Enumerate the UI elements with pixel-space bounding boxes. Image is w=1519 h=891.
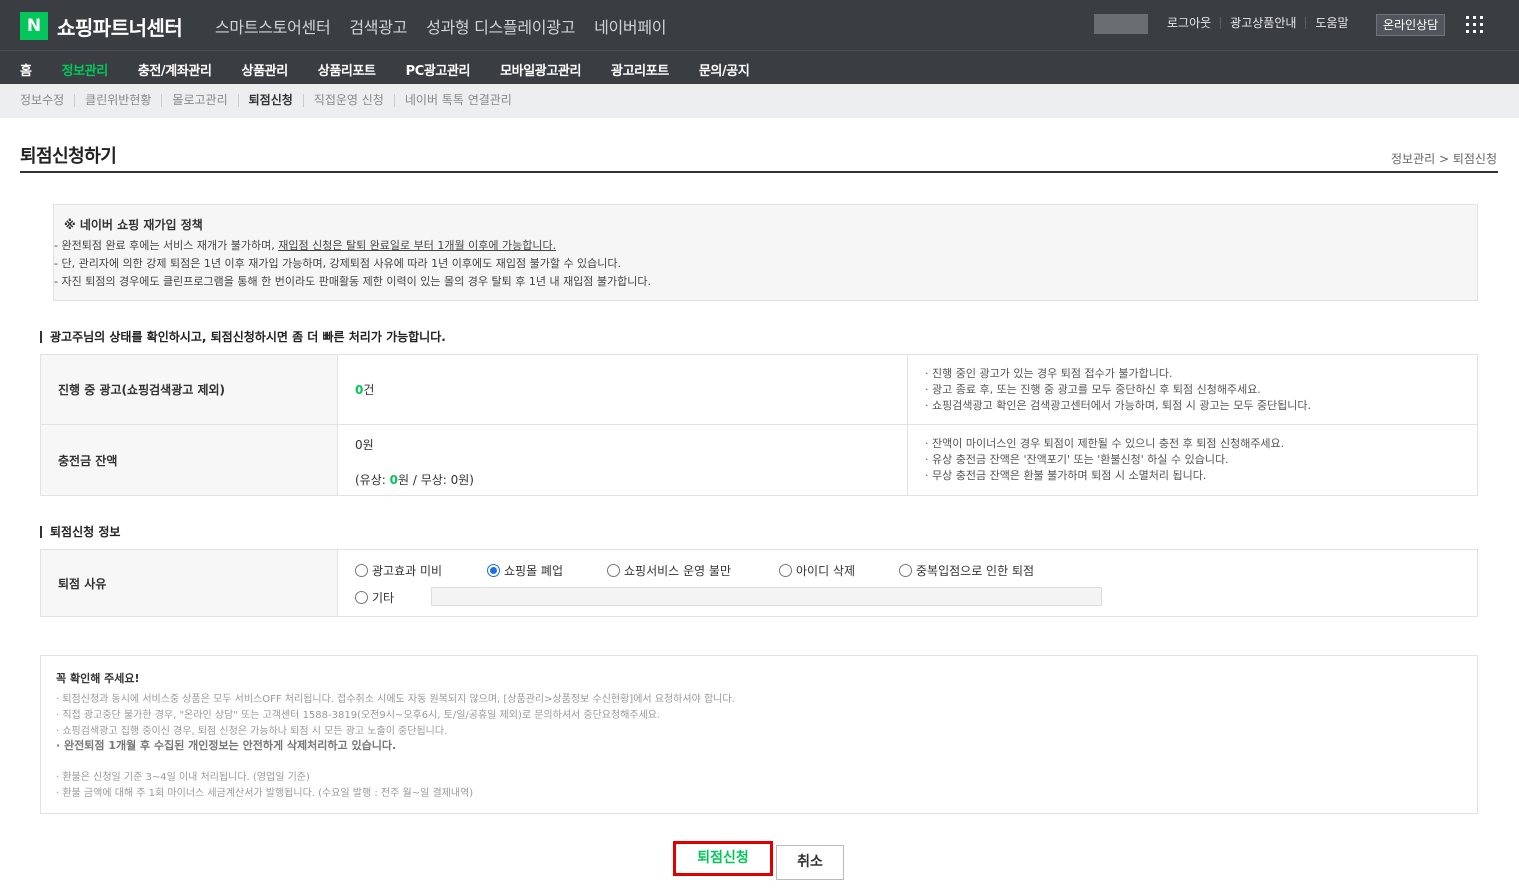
notice-box: 꼭 확인해 주세요! · 퇴점신청과 동시에 서비스중 상품은 모두 서비스OF… xyxy=(40,655,1478,814)
balance-note: · 무상 충전금 잔액은 환불 불가하며 퇴점 시 소멸처리 됩니다. xyxy=(925,469,1207,482)
sub-nav-direct-operation[interactable]: 직접운영 신청 xyxy=(302,94,394,107)
main-nav-home[interactable]: 홈 xyxy=(20,60,32,79)
reason-option-label: 기타 xyxy=(372,591,395,605)
policy-line-1: - 완전퇴점 완료 후에는 서비스 재개가 불가하며, 재입점 신청은 탈퇴 완… xyxy=(54,237,556,253)
withdraw-table: 퇴점 사유 xyxy=(40,549,1478,617)
main-nav: 홈 정보관리 충전/계좌관리 상품관리 상품리포트 PC광고관리 모바일광고관리… xyxy=(0,50,1519,84)
reason-option-label: 중복입점으로 인한 퇴점 xyxy=(916,564,1035,578)
ongoing-ad-note: · 진행 중인 광고가 있는 경우 퇴점 접수가 불가합니다. xyxy=(925,366,1173,380)
main-nav-product-management[interactable]: 상품관리 xyxy=(242,60,289,79)
user-id-masked xyxy=(1094,14,1148,34)
main-nav-product-report[interactable]: 상품리포트 xyxy=(318,60,376,79)
radio-circle-icon[interactable] xyxy=(899,564,912,577)
notice-title: 꼭 확인해 주세요! xyxy=(56,672,140,685)
balance-notes: · 잔액이 마이너스인 경우 퇴점이 제한될 수 있으니 충전 후 퇴점 신청해… xyxy=(907,424,1478,496)
online-counsel-button[interactable]: 온라인상담 xyxy=(1376,14,1446,36)
main-nav-charge-account[interactable]: 충전/계좌관리 xyxy=(138,60,212,79)
reason-radio-ad-effect[interactable]: 광고효과 미비 xyxy=(355,562,442,579)
status-table: 진행 중 광고(쇼핑검색광고 제외) 0건 · 진행 중인 광고가 있는 경우 … xyxy=(40,354,1478,496)
notice-line: · 퇴점신청과 동시에 서비스중 상품은 모두 서비스OFF 처리됩니다. 접수… xyxy=(56,694,735,705)
ongoing-ad-notes: · 진행 중인 광고가 있는 경우 퇴점 접수가 불가합니다. · 광고 종료 … xyxy=(907,354,1478,425)
help-link[interactable]: 도움말 xyxy=(1305,17,1357,29)
withdraw-submit-button[interactable]: 퇴점신청 xyxy=(673,841,773,876)
ad-product-guide-link[interactable]: 광고상품안내 xyxy=(1220,17,1305,29)
reason-radio-duplicate-entry[interactable]: 중복입점으로 인한 퇴점 xyxy=(899,562,1034,579)
sub-nav-withdraw[interactable]: 퇴점신청 xyxy=(237,94,303,107)
sub-nav-edit-info[interactable]: 정보수정 xyxy=(20,94,74,107)
main-nav-mobile-ad[interactable]: 모바일광고관리 xyxy=(500,60,581,79)
reason-radio-mall-closure[interactable]: 쇼핑몰 폐업 xyxy=(487,562,563,579)
sub-nav-mall-logo[interactable]: 몰로고관리 xyxy=(161,94,237,107)
reason-option-label: 쇼핑몰 폐업 xyxy=(504,564,564,578)
reentry-policy-box: ※ 네이버 쇼핑 재가입 정책 - 완전퇴점 완료 후에는 서비스 재개가 불가… xyxy=(53,204,1478,301)
utility-links: 로그아웃 광고상품안내 도움말 xyxy=(1158,17,1358,29)
top-nav: 스마트스토어센터 검색광고 성과형 디스플레이광고 네이버페이 xyxy=(215,14,666,38)
radio-circle-icon[interactable] xyxy=(355,591,368,604)
balance-note: · 잔액이 마이너스인 경우 퇴점이 제한될 수 있으니 충전 후 퇴점 신청해… xyxy=(925,437,1285,450)
reason-radio-delete-id[interactable]: 아이디 삭제 xyxy=(779,562,855,579)
reason-radio-other[interactable]: 기타 xyxy=(355,589,394,606)
title-divider xyxy=(20,171,1498,173)
radio-checked-icon[interactable] xyxy=(487,564,500,577)
cancel-button[interactable]: 취소 xyxy=(776,845,844,880)
top-nav-smartstore[interactable]: 스마트스토어센터 xyxy=(215,14,331,38)
balance-paid-prefix: (유상: xyxy=(355,473,390,487)
top-nav-display-ad[interactable]: 성과형 디스플레이광고 xyxy=(426,14,575,38)
sub-nav: 정보수정 클린위반현황 몰로고관리 퇴점신청 직접운영 신청 네이버 톡톡 연결… xyxy=(0,84,1519,118)
reason-option-label: 아이디 삭제 xyxy=(796,564,856,578)
ongoing-ad-row: 진행 중 광고(쇼핑검색광고 제외) 0건 · 진행 중인 광고가 있는 경우 … xyxy=(40,354,1478,425)
top-nav-search-ad[interactable]: 검색광고 xyxy=(349,14,407,38)
ongoing-ad-note: · 광고 종료 후, 또는 진행 중 광고를 모두 중단하신 후 퇴점 신청해주… xyxy=(925,382,1261,396)
ongoing-ad-unit: 건 xyxy=(363,383,375,397)
main-nav-info-management[interactable]: 정보관리 xyxy=(62,60,109,79)
balance-row: 충전금 잔액 0원 (유상: 0원 / 무상: 0원) · 잔액이 마이너스인 … xyxy=(40,424,1478,496)
logout-link[interactable]: 로그아웃 xyxy=(1158,17,1220,29)
reason-radio-service-dissatisfaction[interactable]: 쇼핑서비스 운영 불만 xyxy=(607,562,731,579)
sub-nav-clean-violation[interactable]: 클린위반현황 xyxy=(74,94,161,107)
reason-option-label: 쇼핑서비스 운영 불만 xyxy=(624,564,731,578)
reason-option-label: 광고효과 미비 xyxy=(372,564,443,578)
policy-title: ※ 네이버 쇼핑 재가입 정책 xyxy=(64,218,203,232)
notice-line: · 완전퇴점 1개월 후 수집된 개인정보는 안전하게 삭제처리하고 있습니다. xyxy=(56,739,397,752)
ongoing-ad-value: 0건 xyxy=(337,354,908,425)
breadcrumb: 정보관리 > 퇴점신청 xyxy=(1390,152,1497,166)
main-nav-pc-ad[interactable]: PC광고관리 xyxy=(406,60,471,79)
notice-line: · 쇼핑검색광고 집행 중이신 경우, 퇴점 신청은 가능하나 퇴점 시 모든 … xyxy=(56,726,448,737)
reason-row: 퇴점 사유 xyxy=(40,549,1478,617)
balance-paid-value: 0 xyxy=(389,473,398,487)
notice-line: · 환불 금액에 대해 주 1회 마이너스 세금계산서가 발행됩니다. (수요일… xyxy=(56,788,474,799)
policy-line-1-text: - 완전퇴점 완료 후에는 서비스 재개가 불가하며, xyxy=(54,239,279,252)
balance-value: 0원 (유상: 0원 / 무상: 0원) xyxy=(337,424,908,496)
balance-label: 충전금 잔액 xyxy=(40,424,338,496)
reason-label: 퇴점 사유 xyxy=(40,549,338,617)
main-nav-ad-report[interactable]: 광고리포트 xyxy=(611,60,669,79)
radio-circle-icon[interactable] xyxy=(779,564,792,577)
radio-circle-icon[interactable] xyxy=(607,564,620,577)
page-title: 퇴점신청하기 xyxy=(20,146,117,167)
top-nav-naverpay[interactable]: 네이버페이 xyxy=(594,14,666,38)
balance-breakdown: (유상: 0원 / 무상: 0원) xyxy=(355,471,907,488)
ongoing-ad-label: 진행 중 광고(쇼핑검색광고 제외) xyxy=(40,354,338,425)
top-bar: N 쇼핑파트너센터 스마트스토어센터 검색광고 성과형 디스플레이광고 네이버페… xyxy=(0,0,1519,50)
other-reason-input[interactable] xyxy=(431,587,1102,606)
status-section-heading: 광고주님의 상태를 확인하시고, 퇴점신청하시면 좀 더 빠른 처리가 가능합니… xyxy=(40,331,446,343)
radio-circle-icon[interactable] xyxy=(355,564,368,577)
withdraw-section-heading: 퇴점신청 정보 xyxy=(40,526,120,538)
naver-logo-icon[interactable]: N xyxy=(20,12,48,40)
balance-note: · 유상 충전금 잔액은 '잔액포기' 또는 '환불신청' 하실 수 있습니다. xyxy=(925,453,1229,466)
app-grid-icon[interactable] xyxy=(1466,16,1483,33)
policy-line-2: - 단, 관리자에 의한 강제 퇴점은 1년 이후 재가입 가능하며, 강제퇴점… xyxy=(54,257,622,270)
main-nav-inquiry-notice[interactable]: 문의/공지 xyxy=(699,60,750,79)
reason-options xyxy=(337,549,1478,617)
ongoing-ad-note: · 쇼핑검색광고 확인은 검색광고센터에서 가능하며, 퇴점 시 광고는 모두 … xyxy=(925,398,1312,412)
brand-title[interactable]: 쇼핑파트너센터 xyxy=(57,12,183,41)
sub-nav-talktalk[interactable]: 네이버 톡톡 연결관리 xyxy=(393,94,522,107)
notice-line: · 직접 광고중단 불가한 경우, "온라인 상담" 또는 고객센터 1588-… xyxy=(56,710,661,721)
balance-total: 0원 xyxy=(355,438,374,452)
policy-line-1-underlined: 재입점 신청은 탈퇴 완료일로 부터 1개월 이후에 가능합니다. xyxy=(278,239,557,252)
notice-line: · 환불은 신청일 기준 3~4일 이내 처리됩니다. (영업일 기준) xyxy=(56,772,310,783)
balance-paid-suffix: 원 / 무상: 0원) xyxy=(397,473,474,487)
policy-line-3: - 자진 퇴점의 경우에도 클린프로그램을 통해 한 번이라도 판매활동 제한 … xyxy=(54,275,652,288)
